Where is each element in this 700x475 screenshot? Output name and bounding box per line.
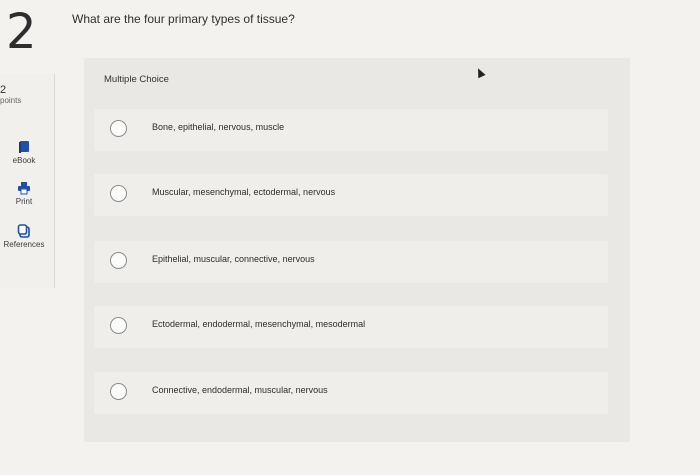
answer-option[interactable]: Connective, endodermal, muscular, nervou… xyxy=(94,372,608,414)
radio-button[interactable] xyxy=(110,383,127,400)
answer-option[interactable]: Bone, epithelial, nervous, muscle xyxy=(94,109,608,151)
sidebar: 2 points eBook Print References xyxy=(0,74,55,288)
points-label: points xyxy=(0,96,22,105)
answer-option-label: Ectodermal, endodermal, mesenchymal, mes… xyxy=(152,319,366,329)
references-button[interactable]: References xyxy=(0,224,48,249)
ebook-button[interactable]: eBook xyxy=(0,140,48,165)
printer-icon xyxy=(18,182,30,195)
answer-option-label: Muscular, mesenchymal, ectodermal, nervo… xyxy=(152,187,336,197)
references-icon xyxy=(17,224,30,238)
radio-button[interactable] xyxy=(110,120,127,137)
answer-option[interactable]: Muscular, mesenchymal, ectodermal, nervo… xyxy=(94,174,608,216)
radio-button[interactable] xyxy=(110,252,127,269)
question-number: 2 xyxy=(6,4,37,60)
answer-option-label: Connective, endodermal, muscular, nervou… xyxy=(152,385,328,395)
answer-option-label: Epithelial, muscular, connective, nervou… xyxy=(152,254,315,264)
book-icon xyxy=(19,141,29,153)
print-button[interactable]: Print xyxy=(0,181,48,206)
answer-option[interactable]: Ectodermal, endodermal, mesenchymal, mes… xyxy=(94,306,608,348)
radio-button[interactable] xyxy=(110,317,127,334)
answer-option[interactable]: Epithelial, muscular, connective, nervou… xyxy=(94,241,608,283)
print-label: Print xyxy=(15,197,33,206)
ebook-label: eBook xyxy=(12,156,36,165)
question-type-label: Multiple Choice xyxy=(104,74,169,85)
references-label: References xyxy=(3,240,45,249)
radio-button[interactable] xyxy=(110,185,127,202)
answer-option-label: Bone, epithelial, nervous, muscle xyxy=(152,122,285,132)
question-text: What are the four primary types of tissu… xyxy=(72,12,295,26)
points-value: 2 xyxy=(0,84,7,96)
